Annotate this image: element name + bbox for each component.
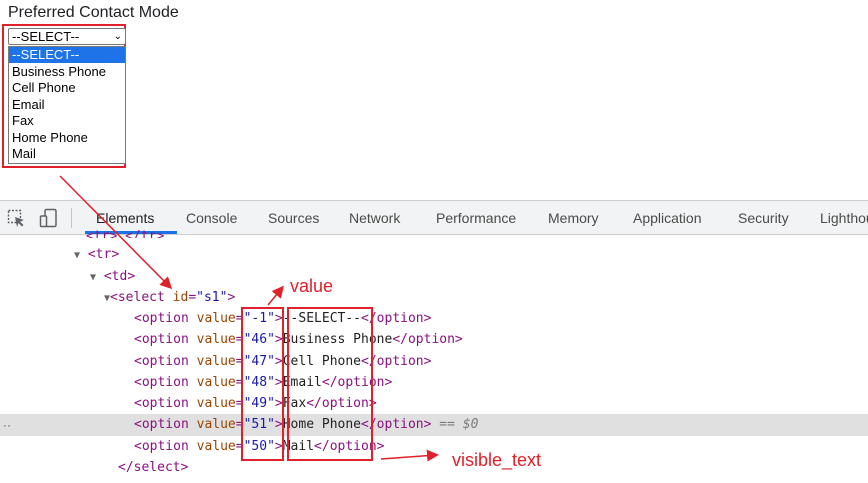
annotation-arrows xyxy=(59,175,439,462)
arrow-to-visible-text-label xyxy=(380,449,439,462)
arrow-to-value-label xyxy=(267,285,284,306)
arrow-dropdown-to-select xyxy=(59,175,173,290)
